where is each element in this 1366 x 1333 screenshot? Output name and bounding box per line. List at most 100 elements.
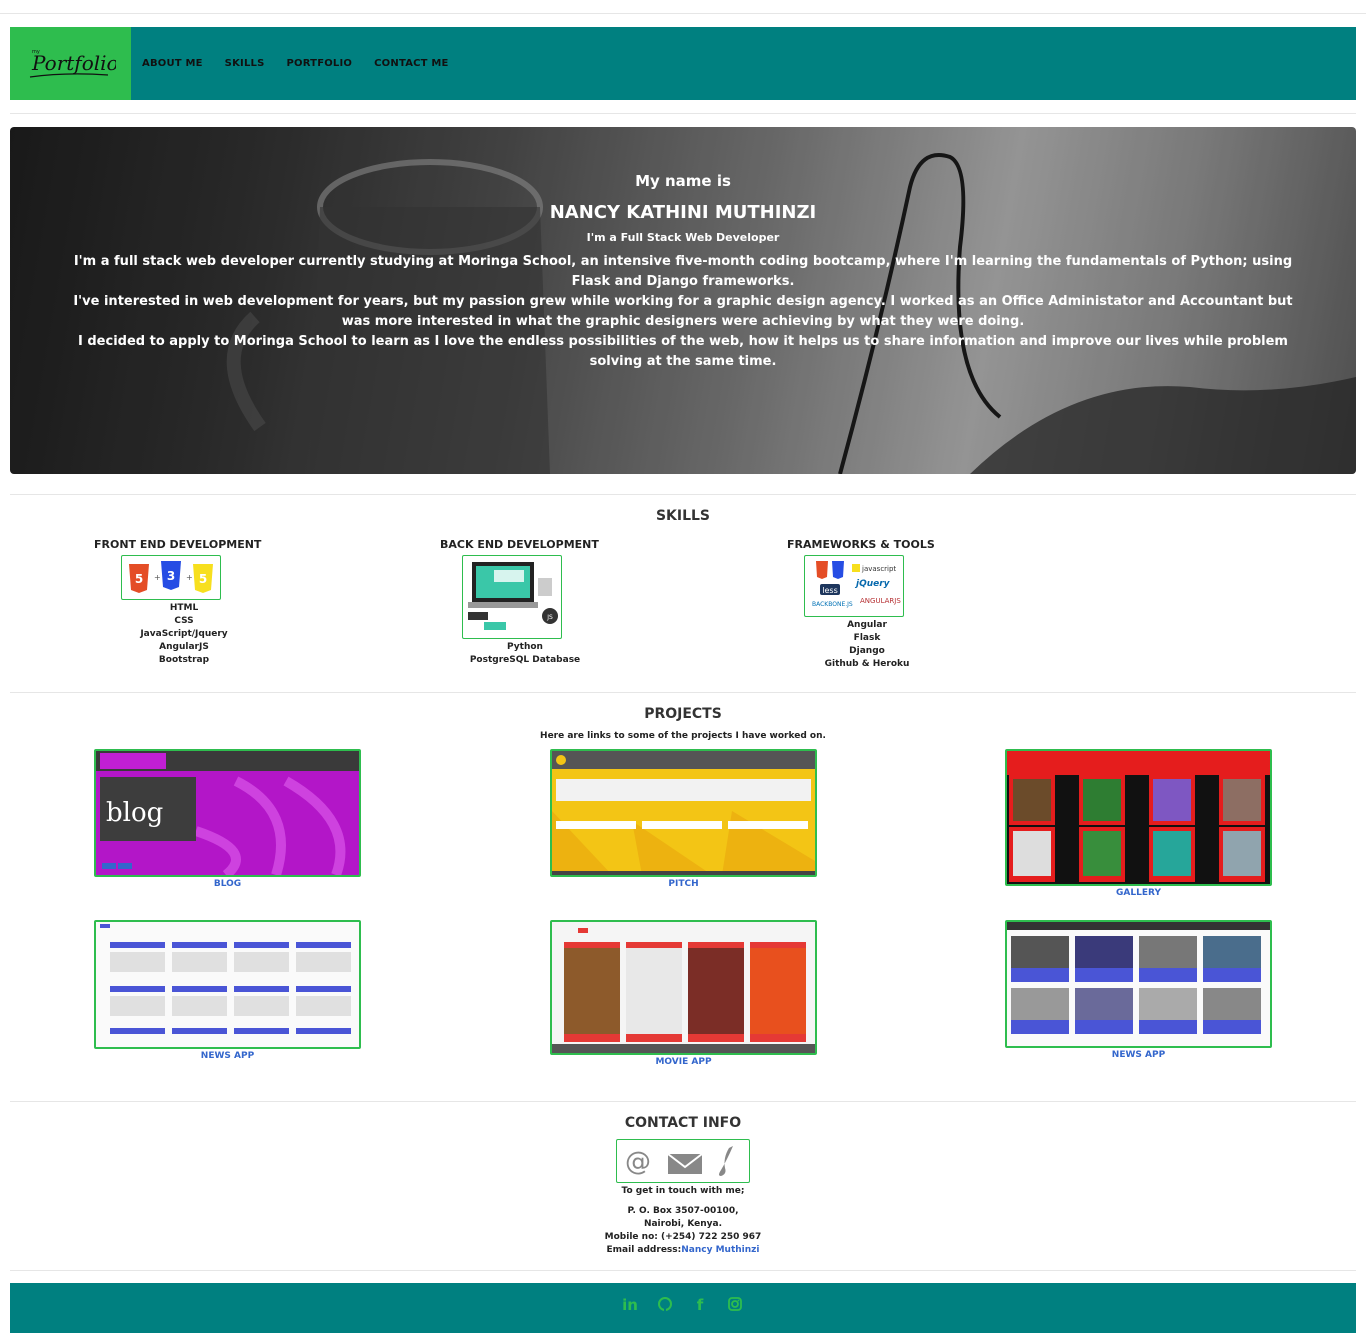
project-card: NEWS APP	[1005, 920, 1272, 1060]
github-icon[interactable]	[657, 1296, 673, 1316]
skill-item: Angular	[847, 620, 887, 630]
svg-text:jQuery: jQuery	[854, 579, 891, 589]
skill-item: AngularJS	[159, 642, 209, 652]
skill-item: Flask	[853, 633, 881, 643]
skills-title: SKILLS	[655, 508, 711, 524]
skill-item: CSS	[174, 616, 194, 626]
python-laptop-icon: JS	[467, 562, 558, 630]
skill-item: PostgreSQL Database	[469, 655, 581, 665]
project-link[interactable]: NEWS APP	[94, 1051, 361, 1061]
nav-portfolio[interactable]: PORTFOLIO	[287, 58, 353, 69]
skill-item: Django	[849, 646, 885, 656]
skill-item: Github & Heroku	[824, 659, 910, 669]
svg-text:+: +	[154, 573, 161, 582]
project-thumbnail[interactable]	[1005, 749, 1272, 886]
svg-text:5: 5	[134, 572, 142, 586]
project-thumbnail[interactable]: blog	[94, 749, 361, 877]
contact-mobile: Mobile no: (+254) 722 250 967	[604, 1232, 762, 1242]
at-sign-icon: @	[625, 1147, 651, 1177]
hero-name: NANCY KATHINI MUTHINZI	[549, 202, 817, 223]
nav-about-me[interactable]: ABOUT ME	[142, 58, 203, 69]
linkedin-icon[interactable]: in	[622, 1296, 638, 1316]
svg-text:3: 3	[166, 569, 174, 583]
project-link[interactable]: MOVIE APP	[550, 1057, 817, 1067]
svg-text:ANGULARJS: ANGULARJS	[860, 597, 901, 605]
backend-logos-image: JS	[462, 555, 562, 639]
gallery-screenshot-image	[1007, 751, 1270, 884]
envelope-icon	[667, 1153, 703, 1174]
project-thumbnail[interactable]	[550, 920, 817, 1055]
project-card: MOVIE APP	[550, 920, 817, 1067]
skill-item: HTML	[169, 603, 199, 613]
news-app-screenshot-image	[96, 922, 359, 1047]
skill-item: JavaScript/Jquery	[140, 629, 228, 639]
frontend-logos-image: 5 + 3 + 5	[121, 555, 221, 600]
svg-text:+: +	[186, 573, 193, 582]
skill-heading: BACK END DEVELOPMENT	[440, 538, 599, 551]
instagram-icon[interactable]	[727, 1296, 743, 1316]
logo-script-icon: Portfolio my	[29, 49, 116, 78]
nav-links: ABOUT ME SKILLS PORTFOLIO CONTACT ME	[142, 27, 471, 100]
skill-heading: FRONT END DEVELOPMENT	[94, 538, 262, 551]
project-card: NEWS APP	[94, 920, 361, 1061]
project-link[interactable]: GALLERY	[1005, 888, 1272, 898]
project-link[interactable]: PITCH	[550, 879, 817, 889]
frameworks-logos-image: javascript jQuery less BACKBONE.JS ANGUL…	[804, 555, 904, 617]
frameworks-icon: javascript jQuery less BACKBONE.JS ANGUL…	[812, 561, 901, 608]
svg-text:my: my	[32, 49, 40, 55]
skill-list: HTML CSS JavaScript/Jquery AngularJS Boo…	[94, 602, 274, 667]
skill-heading: FRAMEWORKS & TOOLS	[787, 538, 935, 551]
skill-front-end: FRONT END DEVELOPMENT 5 + 3 + 5 HTML CSS…	[94, 538, 274, 667]
hero-bio: I'm a full stack web developer currently…	[60, 252, 1306, 372]
blog-screenshot-image: blog	[96, 751, 359, 875]
html-css-js-icon: 5 + 3 + 5	[128, 561, 213, 593]
svg-text:javascript: javascript	[861, 565, 896, 573]
skill-list: Angular Flask Django Github & Heroku	[787, 619, 947, 671]
bio-paragraph: I decided to apply to Moringa School to …	[78, 334, 1288, 369]
svg-text:BACKBONE.JS: BACKBONE.JS	[812, 601, 853, 608]
contact-email: Email address:Nancy Muthinzi	[0, 1245, 1366, 1255]
divider	[10, 113, 1356, 114]
hero-banner: My name is NANCY KATHINI MUTHINZI I'm a …	[10, 127, 1356, 474]
contact-address-line2: Nairobi, Kenya.	[643, 1219, 723, 1229]
skill-back-end: BACK END DEVELOPMENT JS Python PostgreSQ…	[440, 538, 610, 667]
nav-skills[interactable]: SKILLS	[225, 58, 265, 69]
divider	[10, 692, 1356, 693]
pitch-screenshot-image	[552, 751, 815, 875]
project-thumbnail[interactable]	[94, 920, 361, 1049]
news-app-2-screenshot-image	[1007, 922, 1270, 1046]
contact-address-line1: P. O. Box 3507-00100,	[627, 1206, 739, 1216]
divider	[10, 1101, 1356, 1102]
bio-paragraph: I'm a full stack web developer currently…	[73, 254, 1293, 289]
project-link[interactable]: BLOG	[94, 879, 361, 889]
divider	[10, 1270, 1356, 1271]
email-link[interactable]: Nancy Muthinzi	[681, 1245, 759, 1255]
skill-item: Python	[507, 642, 543, 652]
movie-app-screenshot-image	[552, 922, 815, 1053]
navbar: Portfolio my ABOUT ME SKILLS PORTFOLIO C…	[10, 27, 1356, 100]
contact-icons: @	[625, 1146, 733, 1177]
email-label: Email address:	[606, 1245, 682, 1255]
svg-text:5: 5	[198, 572, 206, 586]
project-card: GALLERY	[1005, 749, 1272, 898]
contact-intro: To get in touch with me;	[621, 1186, 745, 1196]
project-link[interactable]: NEWS APP	[1005, 1050, 1272, 1060]
nav-contact-me[interactable]: CONTACT ME	[374, 58, 448, 69]
project-card: PITCH	[550, 749, 817, 889]
hero-intro: My name is	[635, 172, 731, 190]
phone-icon	[719, 1146, 733, 1176]
footer: in f	[10, 1283, 1356, 1333]
social-links: in f	[622, 1296, 762, 1316]
skill-frameworks: FRAMEWORKS & TOOLS javascript jQuery les…	[787, 538, 947, 671]
contact-title: CONTACT INFO	[624, 1115, 742, 1131]
project-thumbnail[interactable]	[1005, 920, 1272, 1048]
skill-list: Python PostgreSQL Database	[440, 641, 610, 667]
top-divider	[0, 13, 1366, 14]
svg-text:less: less	[822, 586, 837, 595]
svg-text:Portfolio: Portfolio	[31, 51, 116, 75]
facebook-icon[interactable]: f	[692, 1296, 708, 1316]
bio-paragraph: I've interested in web development for y…	[73, 294, 1293, 329]
logo[interactable]: Portfolio my	[10, 27, 131, 100]
svg-text:JS: JS	[546, 614, 553, 621]
project-thumbnail[interactable]	[550, 749, 817, 877]
